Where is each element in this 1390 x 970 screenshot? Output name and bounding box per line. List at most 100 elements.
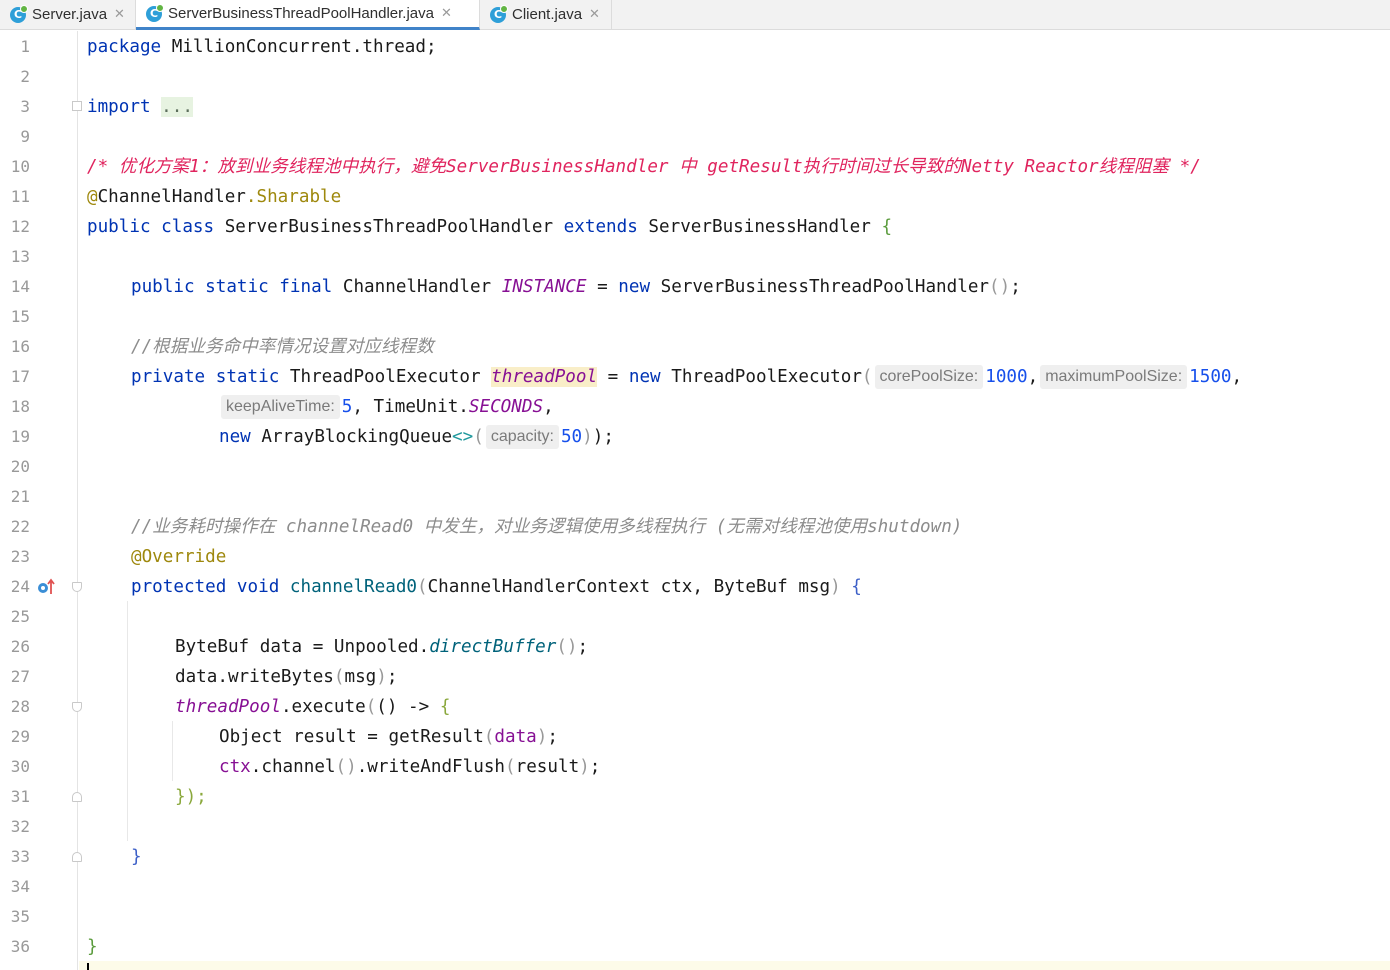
code-line: 9 <box>0 122 1390 152</box>
code-line: 25 <box>0 602 1390 632</box>
fold-icon[interactable] <box>72 582 82 592</box>
code-line: 33 } <box>0 842 1390 872</box>
code-line: 13 <box>0 242 1390 272</box>
line-number: 36 <box>10 937 30 956</box>
parameter-hint: keepAliveTime: <box>221 395 340 419</box>
code-line: 23 @Override <box>0 542 1390 572</box>
fold-icon[interactable] <box>72 852 82 862</box>
fold-icon[interactable] <box>72 101 82 111</box>
code-text[interactable]: private static ThreadPoolExecutor thread… <box>131 362 1242 392</box>
code-line: 3 import ... <box>0 92 1390 122</box>
text-caret <box>87 963 89 970</box>
code-text[interactable]: protected void channelRead0(ChannelHandl… <box>131 572 862 602</box>
line-number: 16 <box>10 337 30 356</box>
code-line: 32 <box>0 812 1390 842</box>
code-text[interactable]: } <box>131 842 142 872</box>
close-icon[interactable]: ✕ <box>441 6 452 21</box>
java-class-icon: C <box>146 3 164 22</box>
line-number: 21 <box>10 487 30 506</box>
code-line: 22 //业务耗时操作在 channelRead0 中发生，对业务逻辑使用多线程… <box>0 512 1390 542</box>
annotation[interactable]: @Override <box>131 542 226 572</box>
line-number: 3 <box>20 97 30 116</box>
line-number: 12 <box>10 217 30 236</box>
line-number: 27 <box>10 667 30 686</box>
line-number: 28 <box>10 697 30 716</box>
line-number: 20 <box>10 457 30 476</box>
highlighted-field: threadPool <box>491 367 598 387</box>
line-number: 10 <box>10 157 30 176</box>
tab-label: Client.java <box>512 6 583 23</box>
close-icon[interactable]: ✕ <box>589 7 600 22</box>
code-line: 35 <box>0 902 1390 932</box>
code-line: 19 new ArrayBlockingQueue<>(capacity: 50)… <box>0 422 1390 452</box>
fold-icon[interactable] <box>72 702 82 712</box>
line-number: 2 <box>20 67 30 86</box>
code-text[interactable]: import ... <box>87 92 193 122</box>
fold-icon[interactable] <box>72 792 82 802</box>
code-line: 31 }); <box>0 782 1390 812</box>
code-text[interactable]: ctx.channel().writeAndFlush(result); <box>219 752 600 782</box>
line-number: 18 <box>10 397 30 416</box>
code-line: 15 <box>0 302 1390 332</box>
editor-tab-bar: C Server.java ✕ C ServerBusinessThreadPo… <box>0 0 1390 30</box>
code-text[interactable]: public class ServerBusinessThreadPoolHan… <box>87 212 892 242</box>
folded-imports[interactable]: ... <box>161 97 193 117</box>
line-number: 26 <box>10 637 30 656</box>
code-line: 21 <box>0 482 1390 512</box>
code-line: 24 protected void channelRead0(ChannelHa… <box>0 572 1390 602</box>
code-line: 14 public static final ChannelHandler IN… <box>0 272 1390 302</box>
code-text[interactable]: package MillionConcurrent.thread; <box>87 32 437 62</box>
code-text[interactable]: data.writeBytes(msg); <box>175 662 397 692</box>
line-number: 11 <box>10 187 30 206</box>
code-text[interactable]: public static final ChannelHandler INSTA… <box>131 272 1021 302</box>
current-line-highlight <box>79 961 1390 970</box>
code-text[interactable]: } <box>87 932 98 962</box>
line-comment[interactable]: //根据业务命中率情况设置对应线程数 <box>131 332 434 362</box>
code-line: 12 public class ServerBusinessThreadPool… <box>0 212 1390 242</box>
line-number: 23 <box>10 547 30 566</box>
code-text[interactable]: threadPool.execute(() -> { <box>175 692 450 722</box>
parameter-hint: corePoolSize: <box>874 365 984 389</box>
line-number: 14 <box>10 277 30 296</box>
code-line: 26 ByteBuf data = Unpooled.directBuffer(… <box>0 632 1390 662</box>
tab-label: Server.java <box>32 6 108 23</box>
line-number: 19 <box>10 427 30 446</box>
code-line: 30 ctx.channel().writeAndFlush(result); <box>0 752 1390 782</box>
code-text[interactable]: new ArrayBlockingQueue<>(capacity: 50)); <box>219 422 614 452</box>
code-line: 28 threadPool.execute(() -> { <box>0 692 1390 722</box>
code-text[interactable]: Object result = getResult(data); <box>219 722 558 752</box>
line-number: 22 <box>10 517 30 536</box>
override-method-icon[interactable] <box>36 578 56 596</box>
tab-label: ServerBusinessThreadPoolHandler.java <box>168 5 434 22</box>
line-number: 1 <box>20 37 30 56</box>
line-number: 35 <box>10 907 30 926</box>
code-text[interactable]: @ChannelHandler.Sharable <box>87 182 341 212</box>
line-number: 34 <box>10 877 30 896</box>
code-line: 17 private static ThreadPoolExecutor thr… <box>0 362 1390 392</box>
code-editor[interactable]: 1 package MillionConcurrent.thread; 2 3 … <box>0 31 1390 970</box>
parameter-hint: maximumPoolSize: <box>1040 365 1188 389</box>
line-number: 32 <box>10 817 30 836</box>
line-number: 33 <box>10 847 30 866</box>
line-comment[interactable]: //业务耗时操作在 channelRead0 中发生，对业务逻辑使用多线程执行 … <box>131 512 962 542</box>
java-class-icon: C <box>490 4 508 23</box>
line-number: 29 <box>10 727 30 746</box>
tab-server-java[interactable]: C Server.java ✕ <box>0 0 136 29</box>
line-number: 9 <box>20 127 30 146</box>
code-text[interactable]: ByteBuf data = Unpooled.directBuffer(); <box>175 632 588 662</box>
tab-serverbusinessthreadpoolhandler-java[interactable]: C ServerBusinessThreadPoolHandler.java ✕ <box>136 0 480 30</box>
close-icon[interactable]: ✕ <box>114 7 125 22</box>
line-number: 30 <box>10 757 30 776</box>
line-number: 25 <box>10 607 30 626</box>
code-text[interactable]: }); <box>175 782 207 812</box>
block-comment[interactable]: /* 优化方案1：放到业务线程池中执行，避免ServerBusinessHand… <box>87 152 1201 182</box>
line-number: 24 <box>10 577 30 596</box>
code-text[interactable]: keepAliveTime: 5, TimeUnit.SECONDS, <box>219 392 554 422</box>
code-line: 16 //根据业务命中率情况设置对应线程数 <box>0 332 1390 362</box>
code-line: 36 } <box>0 932 1390 962</box>
tab-client-java[interactable]: C Client.java ✕ <box>480 0 612 29</box>
line-number: 17 <box>10 367 30 386</box>
code-line: 11 @ChannelHandler.Sharable <box>0 182 1390 212</box>
code-line: 18 keepAliveTime: 5, TimeUnit.SECONDS, <box>0 392 1390 422</box>
code-line: 10 /* 优化方案1：放到业务线程池中执行，避免ServerBusinessH… <box>0 152 1390 182</box>
